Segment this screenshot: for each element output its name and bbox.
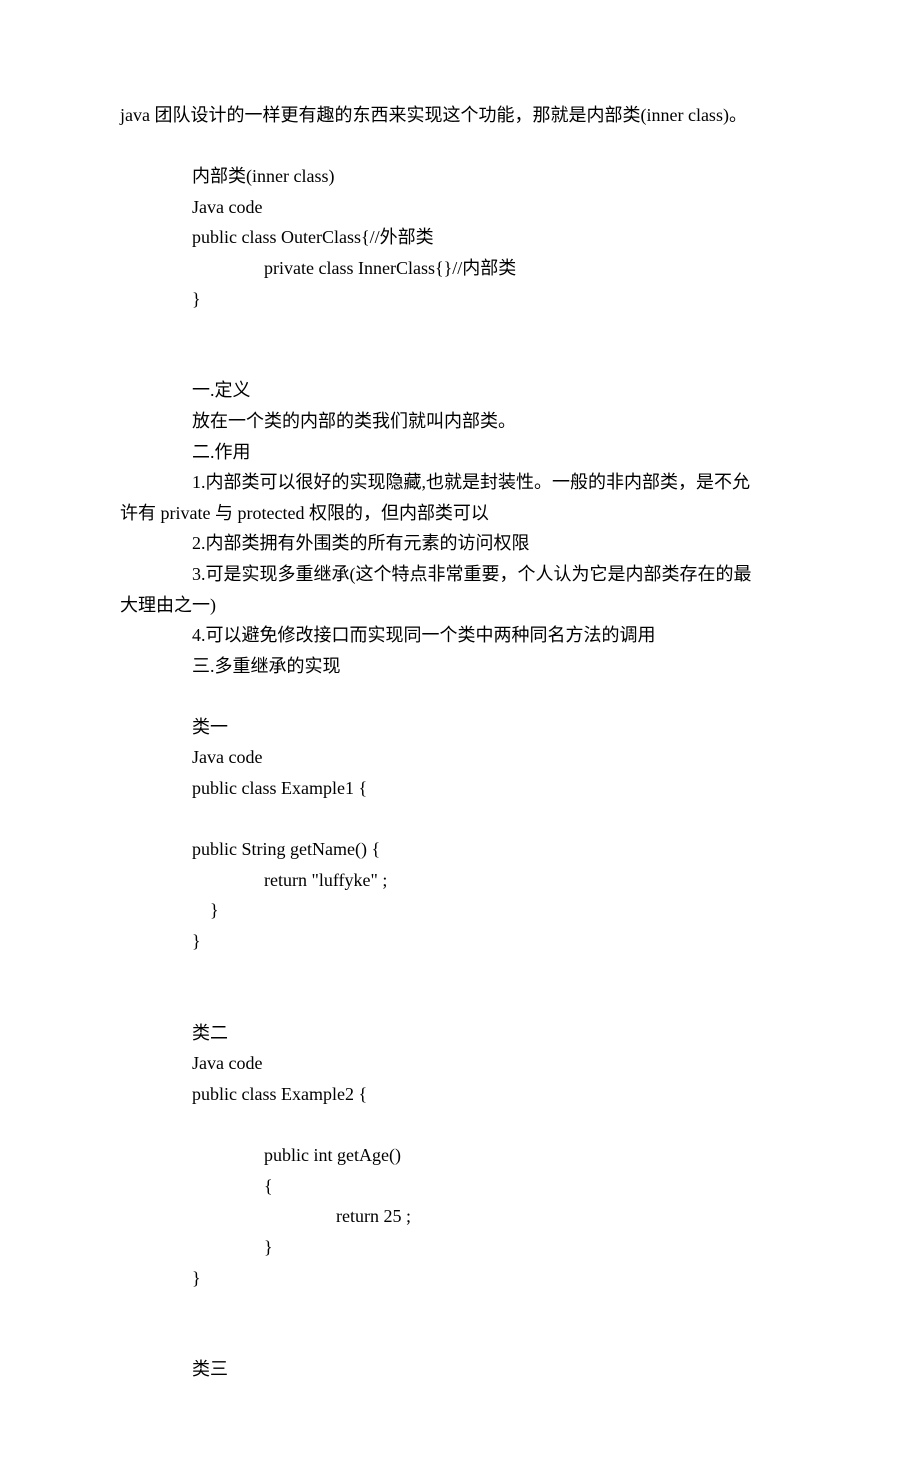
code-line: private class InnerClass{}//内部类 <box>120 253 800 284</box>
java-code-label: Java code <box>120 1048 800 1079</box>
blank-spacer <box>120 1324 800 1355</box>
blank-spacer <box>120 314 800 345</box>
class1-title: 类一 <box>120 712 800 743</box>
blank-spacer <box>120 804 800 835</box>
purpose-item-3a: 3.可是实现多重继承(这个特点非常重要，个人认为它是内部类存在的最 <box>120 559 800 590</box>
purpose-heading: 二.作用 <box>120 437 800 468</box>
definition-heading: 一.定义 <box>120 375 800 406</box>
code-line: } <box>120 1263 800 1294</box>
code-line: } <box>120 1232 800 1263</box>
blank-spacer <box>120 681 800 712</box>
code-line: public class Example1 { <box>120 773 800 804</box>
java-code-label: Java code <box>120 192 800 223</box>
code-line: return "luffyke" ; <box>120 865 800 896</box>
purpose-item-3b: 大理由之一) <box>120 590 800 621</box>
code-line: { <box>120 1171 800 1202</box>
intro-text: java 团队设计的一样更有趣的东西来实现这个功能，那就是内部类(inner c… <box>120 100 800 131</box>
blank-spacer <box>120 1110 800 1141</box>
blank-spacer <box>120 345 800 376</box>
java-code-label: Java code <box>120 742 800 773</box>
definition-text: 放在一个类的内部的类我们就叫内部类。 <box>120 406 800 437</box>
blank-spacer <box>120 1293 800 1324</box>
class2-title: 类二 <box>120 1018 800 1049</box>
code-line: public int getAge() <box>120 1140 800 1171</box>
code-line: public String getName() { <box>120 834 800 865</box>
code-line: return 25 ; <box>120 1201 800 1232</box>
inner-class-title: 内部类(inner class) <box>120 161 800 192</box>
blank-spacer <box>120 987 800 1018</box>
purpose-item-1a: 1.内部类可以很好的实现隐藏,也就是封装性。一般的非内部类，是不允 <box>120 467 800 498</box>
blank-spacer <box>120 957 800 988</box>
purpose-item-1b: 许有 private 与 protected 权限的，但内部类可以 <box>120 498 800 529</box>
purpose-item-4: 4.可以避免修改接口而实现同一个类中两种同名方法的调用 <box>120 620 800 651</box>
blank-spacer <box>120 131 800 162</box>
class3-title: 类三 <box>120 1354 800 1385</box>
purpose-item-2: 2.内部类拥有外围类的所有元素的访问权限 <box>120 528 800 559</box>
code-line: } <box>120 895 800 926</box>
code-line: public class Example2 { <box>120 1079 800 1110</box>
multi-inherit-heading: 三.多重继承的实现 <box>120 651 800 682</box>
code-line: public class OuterClass{//外部类 <box>120 222 800 253</box>
code-line: } <box>120 926 800 957</box>
code-line: } <box>120 284 800 315</box>
